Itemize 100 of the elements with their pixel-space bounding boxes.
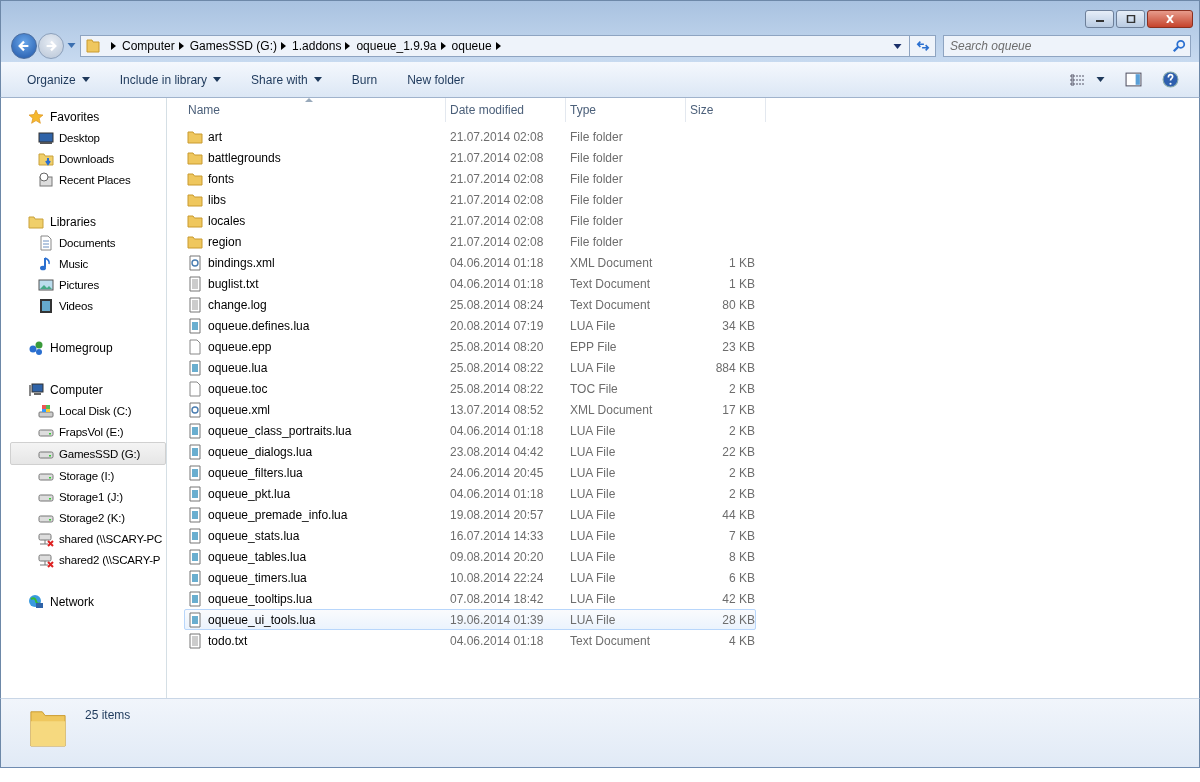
sidebar-item[interactable]: Storage2 (K:)	[1, 507, 166, 528]
toolbar-button[interactable]: Include in library	[110, 68, 231, 91]
breadcrumb[interactable]: oqueue_1.9.9a	[356, 39, 437, 53]
script-file-icon	[187, 443, 203, 460]
close-button[interactable]	[1147, 10, 1193, 28]
sidebar-item[interactable]: Storage (I:)	[1, 465, 166, 486]
breadcrumb[interactable]: oqueue	[451, 39, 492, 53]
file-row[interactable]: battlegrounds 21.07.2014 02:08 File folder	[184, 147, 756, 168]
back-button[interactable]	[11, 33, 37, 59]
sidebar-item[interactable]: Favorites	[1, 106, 166, 127]
file-row[interactable]: locales 21.07.2014 02:08 File folder	[184, 210, 756, 231]
size-cell: 23 KB	[722, 339, 755, 354]
sidebar-item[interactable]: Downloads	[1, 148, 166, 169]
sidebar-item[interactable]: FrapsVol (E:)	[1, 421, 166, 442]
file-row[interactable]: libs 21.07.2014 02:08 File folder	[184, 189, 756, 210]
sidebar-item[interactable]: Desktop	[1, 127, 166, 148]
date-cell-text: 25.08.2014 08:20	[449, 339, 545, 354]
date-cell-text: 04.06.2014 01:18	[449, 276, 545, 291]
breadcrumb[interactable]: Computer	[122, 39, 175, 53]
type-cell-text: XML Document	[570, 402, 654, 417]
sidebar-item[interactable]: shared (\\SCARY-PC	[1, 528, 166, 549]
type-cell-text: LUA File	[570, 423, 617, 438]
file-row[interactable]: oqueue.xml 13.07.2014 08:52 XML Document 17 KB	[184, 399, 756, 420]
date-cell-text: 10.08.2014 22:24	[449, 570, 545, 585]
file-row[interactable]: fonts 21.07.2014 02:08 File folder	[184, 168, 756, 189]
toolbar-button[interactable]: Organize	[18, 68, 99, 91]
sidebar-item[interactable]: Storage1 (J:)	[1, 486, 166, 507]
file-row[interactable]: oqueue_pkt.lua 04.06.2014 01:18 LUA File 2 KB	[184, 483, 756, 504]
file-row[interactable]: todo.txt 04.06.2014 01:18 Text Document 4 KB	[184, 630, 756, 651]
sidebar-item[interactable]: Network	[1, 591, 166, 612]
toolbar-button[interactable]: Burn	[342, 68, 387, 91]
file-row[interactable]: oqueue_tables.lua 09.08.2014 20:20 LUA File 8 KB	[184, 546, 756, 567]
file-row[interactable]: art 21.07.2014 02:08 File folder	[184, 126, 756, 147]
sidebar-item[interactable]: shared2 (\\SCARY-P	[1, 549, 166, 570]
column-header[interactable]: Type	[566, 98, 686, 122]
folder-icon	[187, 170, 203, 187]
sidebar-item[interactable]: Videos	[1, 295, 166, 316]
breadcrumb[interactable]: GamesSSD (G:)	[189, 39, 278, 53]
file-row[interactable]: oqueue.lua 25.08.2014 08:22 LUA File 884 KB	[184, 357, 756, 378]
type-cell-text: XML Document	[570, 255, 654, 270]
column-header[interactable]: Date modified	[446, 98, 566, 122]
breadcrumb-arrow-icon[interactable]	[345, 42, 351, 50]
file-row[interactable]: oqueue_tooltips.lua 07.08.2014 18:42 LUA File 42 KB	[184, 588, 756, 609]
column-header[interactable]: Name	[184, 98, 446, 122]
file-row[interactable]: change.log 25.08.2014 08:24 Text Document 80 KB	[184, 294, 756, 315]
file-name: oqueue.toc	[208, 381, 268, 396]
file-name: oqueue_tables.lua	[208, 549, 307, 564]
refresh-button[interactable]	[910, 35, 936, 57]
type-cell-text: File folder	[570, 213, 624, 228]
file-name: oqueue_ui_tools.lua	[208, 612, 316, 627]
file-row[interactable]: oqueue_ui_tools.lua 19.06.2014 01:39 LUA File 28 KB	[184, 609, 756, 630]
sidebar-item[interactable]: Pictures	[1, 274, 166, 295]
folder-icon	[187, 233, 203, 250]
breadcrumb-arrow-icon[interactable]	[281, 42, 287, 50]
sidebar-item[interactable]: Documents	[1, 232, 166, 253]
minimize-button[interactable]	[1085, 10, 1114, 28]
file-row[interactable]: oqueue_timers.lua 10.08.2014 22:24 LUA File 6 KB	[184, 567, 756, 588]
file-row[interactable]: oqueue.toc 25.08.2014 08:22 TOC File 2 KB	[184, 378, 756, 399]
toolbar-button[interactable]: New folder	[398, 68, 474, 91]
file-row[interactable]: oqueue_filters.lua 24.06.2014 20:45 LUA File 2 KB	[184, 462, 756, 483]
file-row[interactable]: oqueue_class_portraits.lua 04.06.2014 01:18 LUA File 2 KB	[184, 420, 756, 441]
sidebar-item[interactable]: GamesSSD (G:)	[10, 442, 166, 465]
file-row[interactable]: oqueue_stats.lua 16.07.2014 14:33 LUA File 7 KB	[184, 525, 756, 546]
file-name: change.log	[208, 297, 267, 312]
file-row[interactable]: oqueue.defines.lua 20.08.2014 07:19 LUA File 34 KB	[184, 315, 756, 336]
file-row[interactable]: oqueue_premade_info.lua 19.08.2014 20:57 LUA File 44 KB	[184, 504, 756, 525]
breadcrumb-arrow-icon[interactable]	[178, 42, 184, 50]
history-dropdown-icon[interactable]	[67, 43, 76, 49]
sidebar-item[interactable]: Recent Places	[1, 169, 166, 190]
column-header[interactable]: Size	[686, 98, 766, 122]
file-row[interactable]: region 21.07.2014 02:08 File folder	[184, 231, 756, 252]
breadcrumb[interactable]: 1.addons	[292, 39, 342, 53]
search-field[interactable]: Search oqueue	[943, 35, 1191, 57]
breadcrumb-arrow-icon[interactable]	[111, 42, 116, 50]
toolbar-button[interactable]: Share with	[242, 68, 331, 91]
file-row[interactable]: bindings.xml 04.06.2014 01:18 XML Document 1 KB	[184, 252, 756, 273]
date-cell-text: 07.08.2014 18:42	[449, 591, 545, 606]
file-row[interactable]: oqueue_dialogs.lua 23.08.2014 04:42 LUA File 22 KB	[184, 441, 756, 462]
help-icon	[1162, 71, 1179, 88]
sidebar-item[interactable]: Libraries	[1, 211, 166, 232]
address-bar[interactable]: Computer GamesSSD (G:) 1.addons oqueue_1.9.9a oqueue	[80, 35, 910, 57]
xml-file-icon	[187, 254, 203, 271]
file-row[interactable]: buglist.txt 04.06.2014 01:18 Text Document 1 KB	[184, 273, 756, 294]
size-cell: 34 KB	[722, 318, 755, 333]
text-file-icon	[187, 632, 203, 649]
sidebar-item[interactable]: Homegroup	[1, 337, 166, 358]
sidebar-item[interactable]: Computer	[1, 379, 166, 400]
maximize-button[interactable]	[1116, 10, 1145, 28]
size-cell: 1 KB	[729, 255, 755, 270]
type-cell-text: Text Document	[570, 297, 652, 312]
sidebar-item[interactable]: Music	[1, 253, 166, 274]
size-cell: 28 KB	[722, 612, 755, 627]
breadcrumb-arrow-icon[interactable]	[440, 42, 446, 50]
file-row[interactable]: oqueue.epp 25.08.2014 08:20 EPP File 23 KB	[184, 336, 756, 357]
sidebar-item[interactable]: Local Disk (C:)	[1, 400, 166, 421]
size-cell: 2 KB	[729, 423, 755, 438]
type-cell-text: Text Document	[570, 276, 652, 291]
breadcrumb-arrow-icon[interactable]	[495, 42, 501, 50]
date-cell-text: 09.08.2014 20:20	[449, 549, 545, 564]
dropdown-arrow-icon[interactable]	[893, 43, 902, 49]
